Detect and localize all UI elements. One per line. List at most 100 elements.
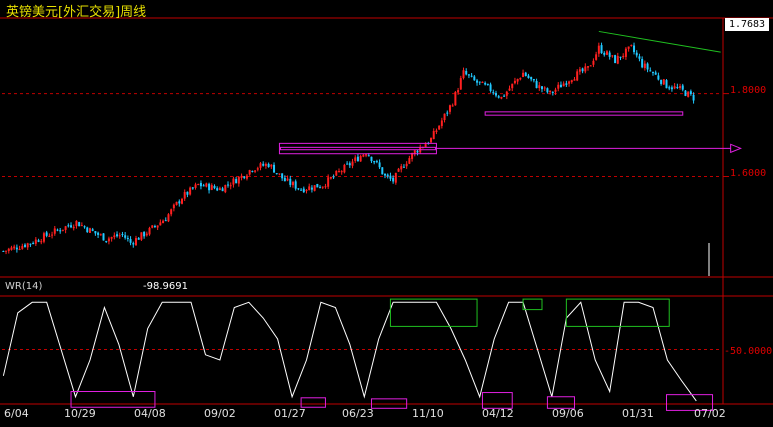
- candle-body: [13, 246, 16, 249]
- x-tick-label: 04/12: [482, 407, 514, 420]
- candle-body: [600, 45, 603, 54]
- candle-body: [32, 242, 35, 244]
- x-tick-label: 04/08: [134, 407, 166, 420]
- candle-body: [356, 156, 359, 162]
- candle-body: [457, 90, 460, 93]
- candle-body: [221, 188, 224, 192]
- candle-body: [343, 164, 346, 173]
- candle-body: [80, 225, 83, 227]
- candle-body: [197, 183, 200, 185]
- candle-body: [116, 234, 119, 237]
- candle-body: [289, 178, 292, 185]
- candle-body: [99, 234, 102, 236]
- candle-body: [105, 240, 108, 242]
- candle-body: [321, 186, 324, 188]
- candle-body: [137, 238, 140, 240]
- candle-body: [587, 66, 590, 68]
- wr-tick-label: -50.0000: [724, 346, 773, 357]
- candle-body: [481, 81, 484, 83]
- x-tick-label: 09/06: [552, 407, 584, 420]
- candle-body: [110, 237, 113, 239]
- candle-body: [229, 185, 232, 187]
- candle-body: [527, 75, 530, 79]
- candle-body: [170, 209, 173, 215]
- candle-body: [42, 233, 45, 242]
- candle-body: [443, 113, 446, 121]
- wr-line: [2, 301, 697, 402]
- candle-body: [489, 84, 492, 92]
- candle-body: [608, 52, 611, 57]
- candle-body: [178, 201, 181, 204]
- candle-body: [72, 226, 75, 229]
- candle-body: [7, 248, 10, 251]
- candle-body: [633, 45, 636, 53]
- candle-body: [670, 87, 673, 90]
- candle-body: [386, 174, 389, 177]
- candle-body: [40, 241, 43, 243]
- candle-body: [651, 72, 654, 74]
- candle-body: [684, 90, 687, 96]
- x-tick-label: 09/02: [204, 407, 236, 420]
- candle-body: [24, 244, 27, 247]
- candle-body: [397, 168, 400, 172]
- candle-body: [643, 63, 646, 69]
- x-tick-label: 07/02: [694, 407, 726, 420]
- candle-body: [597, 45, 600, 54]
- candle-body: [503, 95, 506, 97]
- candle-body: [605, 51, 608, 55]
- candle-body: [557, 84, 560, 89]
- candle-body: [668, 87, 671, 89]
- candle-body: [281, 173, 284, 179]
- x-tick-label: 06/23: [342, 407, 374, 420]
- candle-body: [573, 79, 576, 81]
- candle-body: [451, 105, 454, 107]
- candle-body: [61, 229, 64, 231]
- candle-body: [478, 81, 481, 83]
- candle-body: [327, 177, 330, 187]
- candle-body: [614, 55, 617, 64]
- candle-body: [438, 125, 441, 130]
- candle-body: [416, 150, 419, 153]
- candle-body: [665, 80, 668, 89]
- indicator-value: -98.9691: [143, 281, 188, 292]
- candle-body: [243, 176, 246, 179]
- candle-body: [378, 162, 381, 168]
- candle-body: [275, 173, 278, 175]
- candle-body: [335, 170, 338, 176]
- candle-body: [291, 182, 294, 186]
- candle-body: [400, 166, 403, 170]
- oversold-box: [481, 392, 513, 409]
- candle-body: [53, 228, 56, 234]
- x-tick-label: 11/10: [412, 407, 444, 420]
- candle-body: [26, 243, 29, 248]
- candle-body: [568, 81, 571, 84]
- candle-body: [332, 176, 335, 178]
- candle-body: [278, 173, 281, 175]
- candle-body: [622, 55, 625, 58]
- candle-body: [124, 235, 127, 238]
- candle-body: [308, 186, 311, 191]
- candle-body: [181, 198, 183, 204]
- y-tick-label-1: 1.8000: [730, 85, 767, 96]
- candle-body: [627, 46, 630, 49]
- candle-body: [300, 189, 303, 191]
- overbought-box: [565, 298, 670, 327]
- candle-body: [624, 48, 627, 57]
- candle-body: [459, 78, 462, 90]
- candle-body: [543, 87, 546, 89]
- candle-body: [673, 86, 676, 89]
- candle-body: [578, 69, 581, 72]
- candle-body: [519, 78, 522, 80]
- candle-body: [462, 70, 465, 79]
- projection-arrowhead: [730, 143, 742, 154]
- candle-body: [145, 233, 148, 236]
- candle-body: [430, 138, 433, 143]
- candle-body: [37, 240, 40, 242]
- candle-body: [657, 75, 660, 80]
- candle-body: [189, 187, 192, 195]
- candle-body: [500, 96, 503, 99]
- candle-body: [235, 179, 238, 184]
- candle-body: [530, 76, 533, 80]
- chart-stage: [0, 0, 773, 423]
- candle-body: [51, 234, 54, 236]
